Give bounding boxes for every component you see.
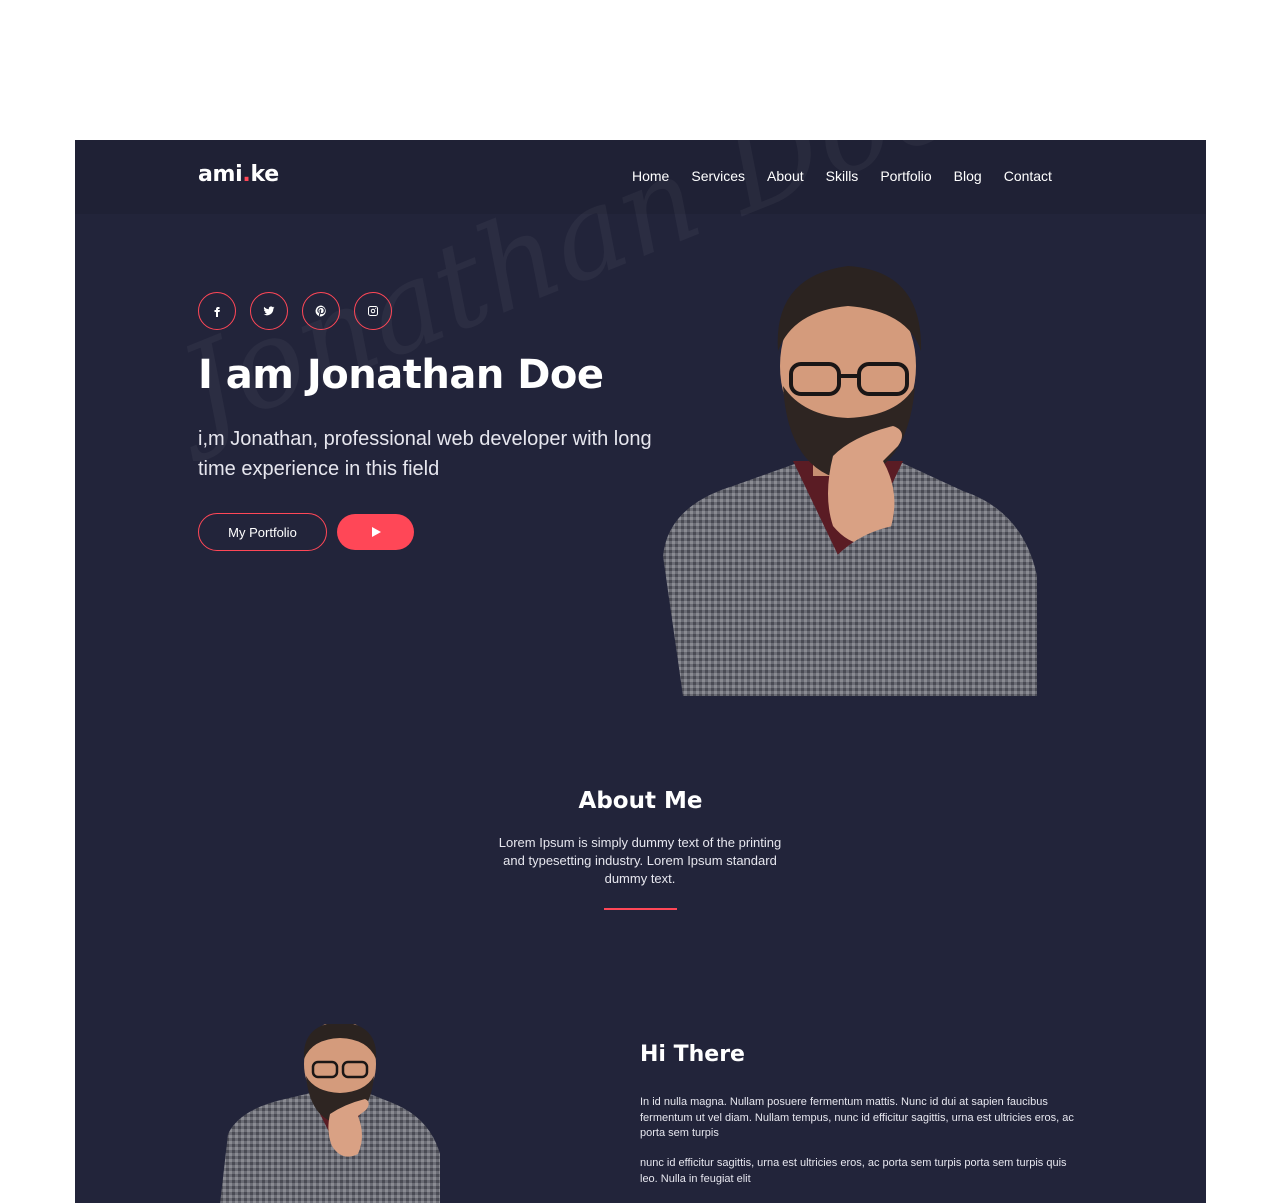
hi-there-title: Hi There bbox=[640, 1042, 745, 1067]
hero-title: I am Jonathan Doe bbox=[198, 352, 604, 398]
play-video-button[interactable] bbox=[337, 514, 414, 550]
pinterest-icon[interactable] bbox=[302, 292, 340, 330]
page-frame: ami.ke Home Services About Skills Portfo… bbox=[75, 140, 1206, 1203]
logo[interactable]: ami.ke bbox=[198, 162, 279, 187]
logo-text-left: ami bbox=[198, 162, 243, 187]
hero-portrait bbox=[663, 266, 1037, 696]
play-icon bbox=[371, 527, 381, 537]
twitter-icon[interactable] bbox=[250, 292, 288, 330]
hero-subtitle: i,m Jonathan, professional web developer… bbox=[198, 428, 652, 480]
intro-paragraph-1: In id nulla magna. Nullam posuere fermen… bbox=[640, 1096, 1074, 1139]
about-divider bbox=[604, 908, 677, 910]
social-links bbox=[198, 292, 392, 330]
about-portrait bbox=[220, 1024, 440, 1203]
instagram-icon[interactable] bbox=[354, 292, 392, 330]
intro-paragraph-2: nunc id efficitur sagittis, urna est ult… bbox=[640, 1157, 1067, 1185]
about-title: About Me bbox=[578, 788, 703, 814]
about-text: Lorem Ipsum is simply dummy text of the … bbox=[498, 835, 782, 886]
facebook-icon[interactable] bbox=[198, 292, 236, 330]
my-portfolio-button[interactable]: My Portfolio bbox=[198, 513, 327, 551]
logo-text-right: ke bbox=[250, 162, 279, 187]
